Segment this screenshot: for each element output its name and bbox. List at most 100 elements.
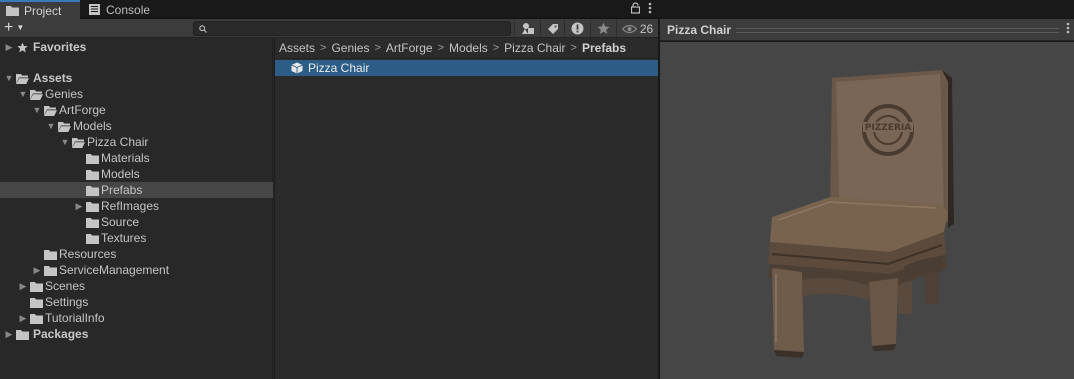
tree-item-label: Assets (33, 71, 73, 85)
tree-item-label: Models (73, 119, 112, 133)
folder-open-icon (44, 105, 57, 116)
folder-icon (16, 329, 29, 340)
list-item[interactable]: Pizza Chair (275, 60, 659, 76)
search-by-importlog-button[interactable] (564, 20, 590, 37)
tree-item-resources[interactable]: Resources (0, 246, 273, 262)
folder-open-icon (72, 137, 85, 148)
chevron-right-icon[interactable]: ▶ (32, 262, 42, 278)
tree-item-label: ArtForge (59, 103, 106, 117)
tree-item-label: RefImages (101, 199, 160, 213)
breadcrumb-item[interactable]: ArtForge (386, 41, 433, 55)
preview-header: Pizza Chair (660, 19, 1074, 41)
tree-item-models[interactable]: ▼ Models (0, 118, 273, 134)
search-input[interactable] (212, 22, 488, 35)
chevron-right-icon[interactable]: ▶ (4, 326, 14, 342)
folder-icon (6, 6, 19, 16)
tree-item-genies[interactable]: ▼ Genies (0, 86, 273, 102)
chevron-down-icon[interactable]: ▼ (32, 102, 42, 118)
more-options-icon[interactable] (648, 2, 652, 14)
chevron-right-icon: > (570, 42, 577, 54)
chevron-right-icon: > (492, 42, 500, 54)
chevron-down-icon[interactable]: ▼ (4, 70, 14, 86)
breadcrumb-item[interactable]: Genies (331, 41, 369, 55)
tab-project[interactable]: Project (0, 0, 80, 19)
tree-item-settings[interactable]: Settings (0, 294, 273, 310)
tree-item-prefabs[interactable]: Prefabs (0, 182, 273, 198)
pizza-chair-model: PIZZERIA (768, 70, 954, 358)
chevron-right-icon[interactable]: ▶ (74, 198, 84, 214)
console-icon (89, 4, 100, 15)
tab-console-label: Console (106, 2, 151, 17)
tree-item-label: Prefabs (101, 183, 143, 197)
tree-item-label: Pizza Chair (87, 135, 149, 149)
breadcrumb: Assets > Genies > ArtForge > Models > Pi… (275, 38, 659, 59)
list-item-label: Pizza Chair (308, 61, 370, 75)
tree-item-tutorialinfo[interactable]: ▶ TutorialInfo (0, 310, 273, 326)
prefab-cube-icon (291, 62, 303, 74)
folder-icon (30, 297, 43, 308)
chevron-right-icon: > (374, 42, 381, 54)
tree-item-label: Source (101, 215, 140, 229)
tree-item-label: TutorialInfo (45, 311, 105, 325)
search-field[interactable] (193, 21, 703, 36)
chevron-down-icon[interactable]: ▼ (60, 134, 70, 150)
folder-icon (86, 201, 99, 212)
tree-item-packages[interactable]: ▶ Packages (0, 326, 273, 342)
chevron-right-icon[interactable]: ▶ (18, 278, 28, 294)
tree-item-scenes[interactable]: ▶ Scenes (0, 278, 273, 294)
folder-icon (30, 281, 43, 292)
tree-item-pizza-chair[interactable]: ▼ Pizza Chair (0, 134, 273, 150)
box-logo-text: PIZZERIA (865, 123, 911, 133)
chevron-right-icon[interactable]: ▶ (4, 39, 14, 55)
folder-icon (86, 153, 99, 164)
star-icon (597, 22, 610, 34)
breadcrumb-item[interactable]: Models (449, 41, 488, 55)
tree-item-label: Materials (101, 151, 150, 165)
tree-item-source[interactable]: Source (0, 214, 273, 230)
breadcrumb-current[interactable]: Prefabs (582, 41, 626, 55)
chevron-down-icon[interactable]: ▼ (46, 118, 56, 134)
more-options-icon[interactable] (1066, 22, 1070, 34)
star-icon (17, 41, 28, 52)
tag-icon (547, 23, 558, 34)
tree-item-materials[interactable]: Materials (0, 150, 273, 166)
folder-icon (86, 185, 99, 196)
tree-item-assets[interactable]: ▼ Assets (0, 70, 273, 86)
search-by-type-button[interactable] (514, 20, 540, 37)
tree-item-models-sub[interactable]: Models (0, 166, 273, 182)
preview-title: Pizza Chair (667, 22, 732, 37)
tab-console[interactable]: Console (82, 0, 162, 19)
chevron-down-icon: ▼ (16, 23, 25, 32)
hidden-packages-count: 26 (639, 21, 654, 36)
tree-item-artforge[interactable]: ▼ ArtForge (0, 102, 273, 118)
chevron-right-icon[interactable]: ▶ (18, 310, 28, 326)
search-icon (199, 25, 207, 33)
chevron-down-icon[interactable]: ▼ (18, 86, 28, 102)
save-search-button[interactable] (590, 20, 616, 37)
asset-list: Assets > Genies > ArtForge > Models > Pi… (274, 38, 659, 379)
create-button[interactable]: + ▼ (4, 20, 24, 36)
folder-icon (30, 313, 43, 324)
project-window: Project Console + ▼ 26 ▶ Favorites ▼ Ass… (0, 0, 703, 379)
tree-item-textures[interactable]: Textures (0, 230, 273, 246)
search-by-label-button[interactable] (540, 20, 564, 37)
project-toolbar: + ▼ 26 (0, 19, 703, 38)
tree-item-label: Packages (33, 327, 89, 341)
preview-viewport[interactable]: PIZZERIA (660, 42, 1074, 379)
folder-icon (86, 169, 99, 180)
breadcrumb-item[interactable]: Pizza Chair (504, 41, 565, 55)
tree-item-label: Settings (45, 295, 89, 309)
window-controls (631, 2, 652, 14)
tree-item-label: Genies (45, 87, 84, 101)
tree-item-favorites[interactable]: ▶ Favorites (0, 39, 273, 55)
tree-item-label: Scenes (45, 279, 86, 293)
tree-item-servicemanagement[interactable]: ▶ ServiceManagement (0, 262, 273, 278)
folder-tree: ▶ Favorites ▼ Assets ▼ Genies ▼ ArtForge… (0, 38, 273, 379)
hidden-packages-toggle[interactable]: 26 (616, 20, 658, 37)
tree-item-refimages[interactable]: ▶ RefImages (0, 198, 273, 214)
tree-item-label: ServiceManagement (59, 263, 170, 277)
chevron-right-icon: > (320, 42, 327, 54)
lock-icon[interactable] (631, 2, 640, 14)
resize-grip[interactable] (736, 28, 1059, 33)
breadcrumb-item[interactable]: Assets (279, 41, 315, 55)
